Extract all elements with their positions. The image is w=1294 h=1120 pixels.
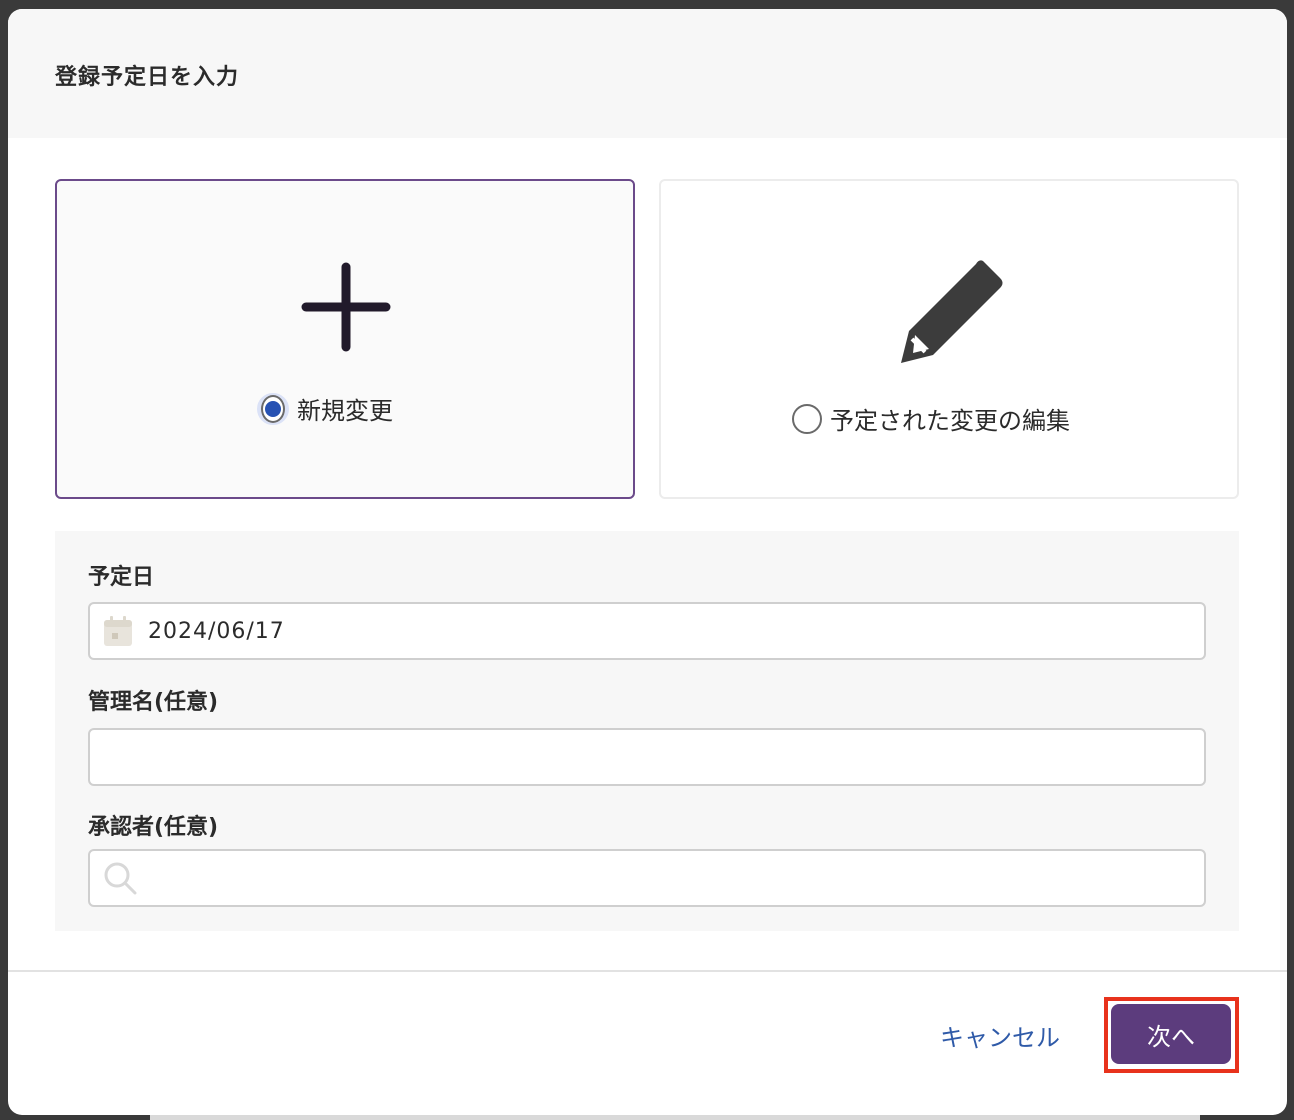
schedule-dialog: 登録予定日を入力 新規変更 予定された変更の編集 予定日 2024/06/17 … <box>8 9 1287 1115</box>
schedule-form: 予定日 2024/06/17 管理名(任意) 承認者(任意) <box>55 531 1239 931</box>
approver-label: 承認者(任意) <box>88 815 219 840</box>
next-button[interactable]: 次へ <box>1111 1004 1231 1064</box>
approver-search-input[interactable] <box>88 849 1206 907</box>
edit-scheduled-radio[interactable] <box>792 403 822 434</box>
pencil-icon <box>901 260 1003 363</box>
scheduled-date-label: 予定日 <box>88 565 155 590</box>
scheduled-date-value: 2024/06/17 <box>148 618 285 644</box>
calendar-icon <box>104 616 132 646</box>
dialog-header: 登録予定日を入力 <box>8 9 1287 138</box>
new-change-card[interactable]: 新規変更 <box>55 179 635 499</box>
edit-scheduled-radio-row[interactable]: 予定された変更の編集 <box>792 401 1070 436</box>
search-icon <box>104 862 137 895</box>
cancel-button[interactable]: キャンセル <box>940 1018 1060 1053</box>
new-change-label: 新規変更 <box>297 397 393 425</box>
radio-dot <box>265 400 281 417</box>
edit-scheduled-card[interactable]: 予定された変更の編集 <box>659 179 1239 499</box>
plus-icon <box>301 262 391 352</box>
dialog-title: 登録予定日を入力 <box>55 65 240 90</box>
footer-divider <box>8 970 1287 972</box>
management-name-input[interactable] <box>88 728 1206 786</box>
scheduled-date-field[interactable]: 2024/06/17 <box>88 602 1206 660</box>
new-change-radio-row[interactable]: 新規変更 <box>257 391 393 426</box>
change-type-options: 新規変更 予定された変更の編集 <box>55 179 1239 499</box>
edit-scheduled-label: 予定された変更の編集 <box>830 407 1070 435</box>
radio-ring <box>261 394 285 423</box>
management-name-label: 管理名(任意) <box>88 690 219 715</box>
new-change-radio[interactable] <box>257 392 289 425</box>
